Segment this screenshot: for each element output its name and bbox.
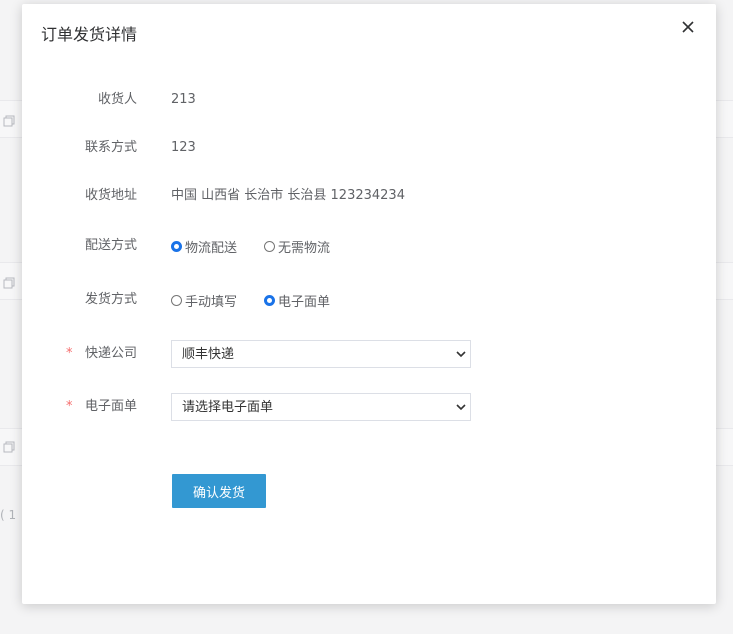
courier-row: * 快递公司 顺丰快递 [22,340,716,368]
waybill-selected-value: 请选择电子面单 [182,400,274,415]
radio-unchecked-icon[interactable] [264,240,275,252]
contact-label: 联系方式 [84,140,137,155]
waybill-row: * 电子面单 请选择电子面单 [22,393,716,421]
waybill-label: 电子面单 [84,399,137,414]
copy-icon [3,441,15,453]
radio-label: 物流配送 [185,240,238,256]
radio-logistics-delivery[interactable]: 物流配送 [171,232,237,260]
radio-label: 电子面单 [278,294,331,310]
receiver-row: 收货人 213 [22,86,716,114]
contact-row: 联系方式 123 [22,134,716,162]
delivery-method-row: 配送方式 物流配送 无需物流 [22,232,716,260]
dialog-title: 订单发货详情 [41,25,138,44]
radio-electronic-waybill[interactable]: 电子面单 [264,286,330,314]
shipping-method-label: 发货方式 [84,292,137,307]
receiver-label: 收货人 [97,92,137,107]
confirm-shipping-button[interactable]: 确认发货 [172,474,266,508]
shipping-method-row: 发货方式 手动填写 电子面单 [22,286,716,314]
waybill-select[interactable]: 请选择电子面单 [171,393,471,421]
radio-label: 手动填写 [185,294,238,310]
copy-icon [3,115,15,127]
radio-no-logistics[interactable]: 无需物流 [264,232,330,260]
copy-icon [3,277,15,289]
address-value: 中国 山西省 长治市 长治县 123234234 [171,188,405,203]
radio-checked-icon[interactable] [171,240,182,252]
courier-label: 快递公司 [84,346,137,361]
delivery-method-label: 配送方式 [84,238,137,253]
chevron-down-icon [456,404,466,411]
radio-manual-entry[interactable]: 手动填写 [171,286,237,314]
radio-checked-icon[interactable] [264,294,275,306]
receiver-value: 213 [171,92,196,107]
courier-selected-value: 顺丰快递 [182,347,235,362]
background-pagination-text: ( 1 [0,508,17,522]
radio-label: 无需物流 [278,240,331,256]
address-row: 收货地址 中国 山西省 长治市 长治县 123234234 [22,182,716,210]
close-icon[interactable] [678,17,698,37]
courier-select[interactable]: 顺丰快递 [171,340,471,368]
contact-value: 123 [171,140,196,155]
radio-unchecked-icon[interactable] [171,294,182,306]
order-shipping-dialog: 订单发货详情 收货人 213 联系方式 123 收货地址 中国 山西省 长治市 … [22,4,716,604]
chevron-down-icon [456,351,466,358]
address-label: 收货地址 [84,188,137,203]
